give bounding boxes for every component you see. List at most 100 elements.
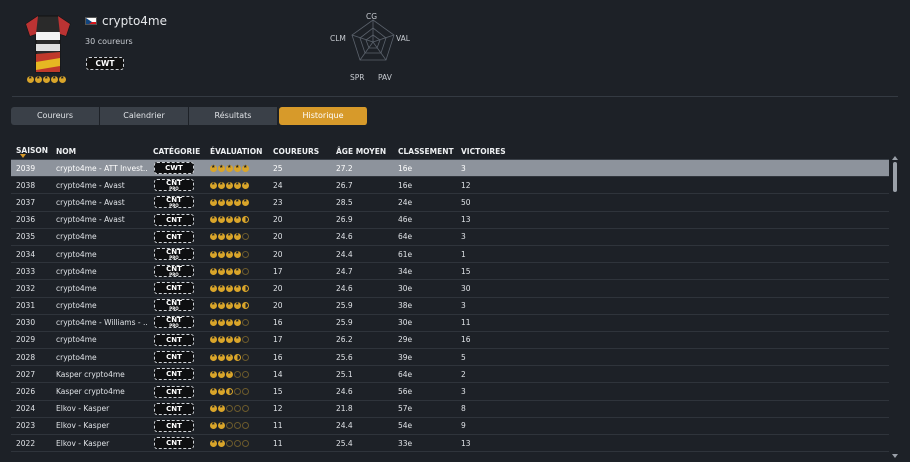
rating-stars bbox=[210, 421, 273, 430]
cell-victoires: 12 bbox=[461, 180, 471, 190]
table-row[interactable]: 2027 Kasper crypto4me CNT 14 25.1 64e 2 bbox=[11, 366, 889, 384]
rating-star-icon bbox=[242, 164, 249, 172]
cell-victoires: 5 bbox=[461, 352, 466, 362]
cell-nom: crypto4me bbox=[56, 301, 97, 311]
cell-victoires: 50 bbox=[461, 197, 471, 207]
tab-coureurs[interactable]: Coureurs bbox=[11, 107, 100, 125]
table-row[interactable]: 2026 Kasper crypto4me CNT 15 24.6 56e 3 bbox=[11, 383, 889, 401]
category-badge: CNT bbox=[154, 213, 194, 226]
rating-star-icon bbox=[210, 198, 217, 206]
category-label: CNT bbox=[166, 404, 182, 413]
column-header-victoires[interactable]: VICTOIRES bbox=[461, 147, 521, 156]
rating-stars bbox=[210, 164, 273, 172]
cell-victoires: 3 bbox=[461, 232, 466, 242]
table-row[interactable]: 2039 crypto4me - ATT Invest.. CWT 25 27.2 16e… bbox=[11, 160, 889, 178]
cell-saison: 2027 bbox=[16, 369, 36, 379]
cell-nom: crypto4me - Williams - .. bbox=[56, 318, 148, 328]
column-header-evaluation[interactable]: ÉVALUATION bbox=[210, 147, 273, 156]
category-label: CNT bbox=[166, 215, 182, 224]
rating-star-icon bbox=[226, 318, 233, 327]
cell-classement: 38e bbox=[398, 301, 413, 311]
cell-age-moyen: 26.9 bbox=[336, 215, 353, 225]
radar-label-pav: PAV bbox=[378, 73, 392, 82]
rating-star-icon bbox=[234, 284, 241, 292]
table-row[interactable]: 2038 crypto4me - Avast CNTPRO 24 26.7 16e 12 bbox=[11, 177, 889, 195]
table-row[interactable]: 2033 crypto4me CNTPRO 17 24.7 34e 15 bbox=[11, 263, 889, 281]
cell-victoires: 11 bbox=[461, 318, 471, 328]
category-badge: CNT PRO bbox=[154, 195, 194, 208]
cell-saison: 2039 bbox=[16, 163, 36, 173]
cell-coureurs: 11 bbox=[273, 438, 283, 448]
rating-stars bbox=[210, 181, 273, 189]
rating-star-icon bbox=[234, 198, 241, 206]
tab-calendrier[interactable]: Calendrier bbox=[100, 107, 189, 125]
scroll-down-icon[interactable] bbox=[892, 454, 898, 458]
table-row[interactable]: 2032 crypto4me CNT 20 24.6 30e 30 bbox=[11, 280, 889, 298]
scroll-thumb[interactable] bbox=[893, 162, 897, 192]
rating-star-icon bbox=[210, 181, 217, 189]
category-badge: CNT PRO bbox=[154, 299, 194, 312]
table-row[interactable]: 2031 crypto4me CNTPRO 20 25.9 38e 3 bbox=[11, 298, 889, 315]
category-label: CNT bbox=[166, 387, 182, 396]
table-row[interactable]: 2028 crypto4me CNT 16 25.6 39e 5 bbox=[11, 349, 889, 367]
cell-classement: 54e bbox=[398, 421, 413, 431]
column-header-coureurs[interactable]: COUREURS bbox=[273, 147, 336, 156]
table-row[interactable]: 2034 crypto4me CNTPRO 20 24.4 61e 1 bbox=[11, 246, 889, 264]
header-divider bbox=[12, 96, 898, 97]
rating-star-icon bbox=[218, 284, 225, 292]
cell-evaluation bbox=[210, 335, 273, 344]
rating-star-icon bbox=[218, 267, 225, 275]
cell-categorie: CNT PRO bbox=[153, 247, 210, 261]
cell-nom: crypto4me bbox=[56, 249, 97, 259]
cell-classement: 39e bbox=[398, 352, 413, 362]
pro-label: PRO bbox=[169, 306, 179, 312]
rating-star-icon bbox=[234, 405, 241, 413]
scroll-up-icon[interactable] bbox=[892, 156, 898, 160]
cell-nom: crypto4me bbox=[56, 283, 97, 293]
pro-label: PRO bbox=[169, 202, 179, 208]
table-row[interactable]: 2035 crypto4me CNT 20 24.6 64e 3 bbox=[11, 229, 889, 246]
column-header-classement[interactable]: CLASSEMENT bbox=[398, 147, 461, 156]
cell-categorie: CNT bbox=[153, 282, 210, 295]
rating-star-icon bbox=[218, 198, 225, 206]
rating-star-icon bbox=[242, 422, 249, 430]
rating-stars bbox=[210, 250, 273, 258]
cell-coureurs: 12 bbox=[273, 404, 283, 414]
rating-star-icon bbox=[59, 75, 66, 83]
rating-star-icon bbox=[210, 215, 217, 224]
table-row[interactable]: 2030 crypto4me - Williams - .. CNTPRO 16 25.… bbox=[11, 315, 889, 332]
column-header-nom[interactable]: NOM bbox=[56, 147, 153, 156]
cell-coureurs: 17 bbox=[273, 335, 283, 345]
rating-stars bbox=[210, 318, 273, 327]
rating-star-icon bbox=[242, 405, 249, 413]
radar-label-cg: CG bbox=[366, 12, 378, 21]
table-row[interactable]: 2024 Elkov - Kasper CNT 12 21.8 57e 8 bbox=[11, 401, 889, 418]
table-row[interactable]: 2037 crypto4me - Avast CNTPRO 23 28.5 24e 50 bbox=[11, 194, 889, 212]
table-row[interactable]: 2023 Elkov - Kasper CNT 11 24.4 54e 9 bbox=[11, 418, 889, 435]
rating-star-icon bbox=[226, 164, 233, 172]
rating-star-icon bbox=[210, 335, 217, 344]
rating-star-icon bbox=[234, 422, 241, 430]
cell-victoires: 15 bbox=[461, 266, 471, 276]
tab-resultats[interactable]: Résultats bbox=[189, 107, 278, 125]
column-header-saison[interactable]: SAISON bbox=[11, 146, 56, 158]
rating-star-icon bbox=[226, 284, 233, 292]
history-table: SAISON NOM CATÉGORIE ÉVALUATION COUREURS… bbox=[11, 144, 889, 453]
cell-classement: 30e bbox=[398, 283, 413, 293]
table-row[interactable]: 2036 crypto4me - Avast CNT 20 26.9 46e 13 bbox=[11, 212, 889, 229]
table-row[interactable]: 2029 crypto4me CNT 17 26.2 29e 16 bbox=[11, 332, 889, 350]
column-header-categorie[interactable]: CATÉGORIE bbox=[153, 147, 210, 156]
cell-coureurs: 24 bbox=[273, 180, 283, 190]
rating-star-icon bbox=[218, 387, 225, 396]
cell-classement: 24e bbox=[398, 197, 413, 207]
table-scrollbar[interactable] bbox=[892, 156, 898, 458]
tab-historique[interactable]: Historique bbox=[279, 107, 368, 125]
cell-categorie: CNT bbox=[153, 419, 210, 432]
cell-saison: 2035 bbox=[16, 232, 36, 242]
column-header-age-moyen[interactable]: ÂGE MOYEN bbox=[336, 147, 398, 156]
rating-star-icon bbox=[242, 267, 249, 275]
rating-star-icon bbox=[234, 353, 241, 361]
rating-stars bbox=[210, 387, 273, 396]
table-row[interactable]: 2022 Elkov - Kasper CNT 11 25.4 33e 13 bbox=[11, 435, 889, 453]
rating-star-icon bbox=[242, 250, 249, 258]
